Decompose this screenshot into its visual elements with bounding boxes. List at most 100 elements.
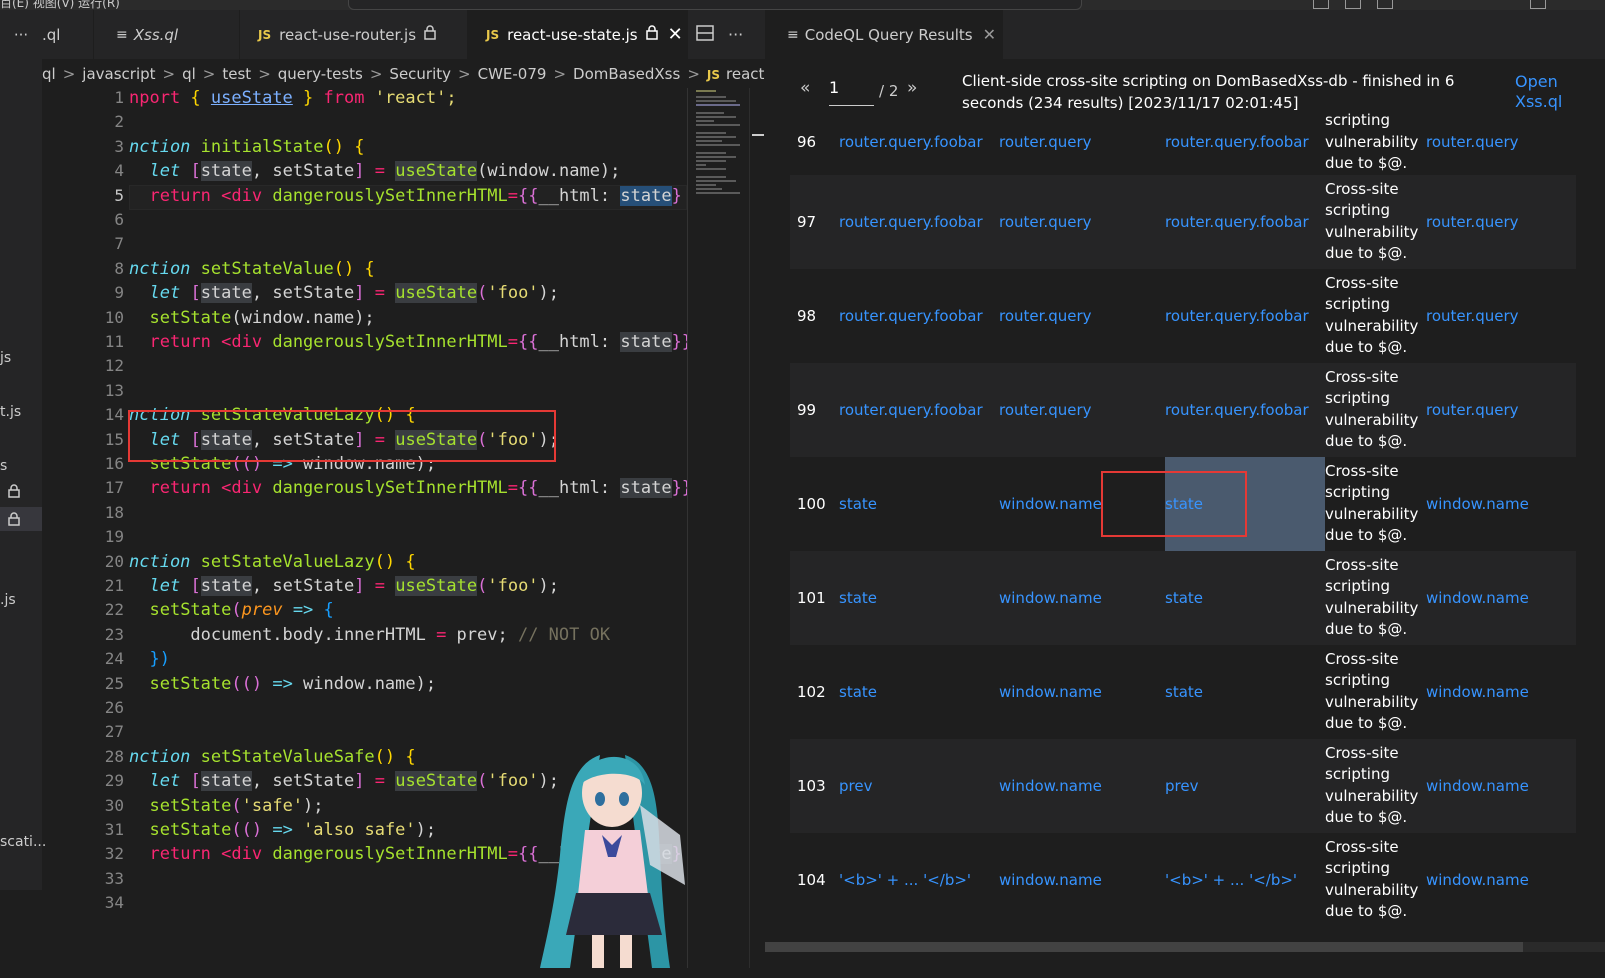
result-row[interactable]: 99 router.query.foobar router.query router.… [790, 362, 1576, 457]
breadcrumb-item[interactable]: test [222, 65, 251, 83]
explorer-item[interactable]: s [0, 458, 7, 474]
anime-character-image [540, 745, 688, 968]
result-row[interactable]: 102 state window.name state Cross-site scrip… [790, 645, 1576, 739]
line-number: 18 [104, 502, 124, 522]
line-number: 23 [104, 624, 124, 644]
breadcrumb: ql > javascript > ql > test > query-tests > Securi… [42, 59, 787, 90]
result-row[interactable]: 97 router.query.foobar router.query router.… [790, 174, 1576, 269]
path-node-link[interactable]: router.query [999, 110, 1165, 175]
explorer-item[interactable]: .js [0, 592, 16, 608]
source-link[interactable]: state [839, 457, 999, 551]
tab-label: react-use-state.js [507, 25, 638, 44]
line-number: 28 [104, 746, 124, 766]
path-node-link[interactable]: window.name [999, 739, 1165, 833]
line-number: 4 [114, 161, 124, 181]
source-link[interactable]: router.query.foobar [839, 175, 999, 269]
breadcrumb-item[interactable]: javascript [82, 65, 155, 83]
result-row[interactable]: 98 router.query.foobar router.query router.… [790, 269, 1576, 363]
tab-react-use-router[interactable]: JS react-use-router.js [240, 10, 468, 59]
result-row[interactable]: 96 router.query.foobar router.query router.… [790, 110, 1576, 175]
related-location-link[interactable]: router.query [1426, 269, 1576, 363]
related-location-link[interactable]: router.query [1426, 363, 1576, 457]
line-number: 5 [114, 185, 124, 205]
sink-link[interactable]: router.query.foobar [1165, 269, 1325, 363]
explorer-item[interactable]: t.js [0, 404, 21, 420]
path-node-link[interactable]: window.name [999, 833, 1165, 927]
result-row[interactable]: 103 prev window.name prev Cross-site scripti… [790, 738, 1576, 833]
breadcrumb-item[interactable]: CWE-079 [478, 65, 547, 83]
open-query-link[interactable]: Open Xss.ql [1515, 72, 1575, 112]
maximize-icon[interactable] [1530, 0, 1546, 9]
minimap[interactable] [687, 88, 750, 968]
page-total: / 2 [879, 82, 899, 100]
line-number: 11 [104, 332, 124, 351]
layout-icon[interactable] [1377, 0, 1393, 9]
prev-page-button[interactable]: « [800, 78, 810, 98]
more-icon[interactable]: ··· [0, 10, 42, 59]
sink-link[interactable]: state [1165, 551, 1325, 645]
code-line: setState(prev => { [149, 600, 334, 621]
related-location-link[interactable]: router.query [1426, 175, 1576, 269]
related-location-link[interactable]: window.name [1426, 645, 1576, 739]
sink-link[interactable]: router.query.foobar [1165, 175, 1325, 269]
result-row[interactable]: 104 '<b>' + ... '</b>' window.name '<b>' + … [790, 833, 1576, 927]
breadcrumb-item[interactable]: ql [182, 65, 196, 83]
related-location-link[interactable]: router.query [1426, 110, 1576, 175]
sink-link[interactable]: prev [1165, 739, 1325, 833]
breadcrumb-item[interactable]: Security [389, 65, 451, 83]
sink-link[interactable]: '<b>' + ... '</b>' [1165, 833, 1325, 927]
result-row[interactable]: 101 state window.name state Cross-site scrip… [790, 550, 1576, 645]
line-number: 13 [104, 380, 124, 400]
js-file-icon: JS [258, 27, 272, 42]
line-number: 1 [114, 88, 124, 107]
result-index: 97 [797, 212, 817, 231]
related-location-link[interactable]: window.name [1426, 457, 1576, 551]
related-location-link[interactable]: window.name [1426, 739, 1576, 833]
source-link[interactable]: state [839, 645, 999, 739]
command-center[interactable] [348, 0, 1082, 10]
source-link[interactable]: router.query.foobar [839, 110, 999, 175]
layout-icon[interactable] [1345, 0, 1361, 9]
sink-link[interactable]: router.query.foobar [1165, 363, 1325, 457]
path-node-link[interactable]: window.name [999, 645, 1165, 739]
more-icon[interactable]: ··· [728, 25, 743, 44]
code-line: document.body.innerHTML = prev; // NOT O… [190, 624, 611, 645]
next-page-button[interactable]: » [907, 78, 917, 98]
line-number: 20 [104, 551, 124, 571]
source-link[interactable]: router.query.foobar [839, 363, 999, 457]
lock-icon [424, 25, 436, 44]
explorer-item[interactable]: scati... [0, 834, 46, 850]
related-location-link[interactable]: window.name [1426, 551, 1576, 645]
close-icon[interactable]: ✕ [668, 24, 683, 45]
source-link[interactable]: '<b>' + ... '</b>' [839, 833, 999, 927]
tab-codeql-query-results[interactable]: ≡ CodeQL Query Results ✕ [765, 10, 1003, 59]
explorer-item-selected[interactable] [0, 507, 42, 531]
path-node-link[interactable]: router.query [999, 175, 1165, 269]
results-tab-bar: ≡ CodeQL Query Results ✕ [765, 10, 1605, 59]
breadcrumb-item[interactable]: query-tests [278, 65, 363, 83]
path-node-link[interactable]: router.query [999, 269, 1165, 363]
explorer-item[interactable]: js [0, 350, 11, 366]
sink-link[interactable]: state [1165, 645, 1325, 739]
tab-xss-ql[interactable]: ≡ Xss.ql [94, 10, 240, 59]
close-icon[interactable]: ✕ [983, 25, 996, 44]
tab-react-use-state[interactable]: JS react-use-state.js ✕ [468, 10, 688, 59]
split-editor-icon[interactable] [696, 24, 714, 45]
source-link[interactable]: router.query.foobar [839, 269, 999, 363]
path-node-link[interactable]: window.name [999, 551, 1165, 645]
sink-link[interactable]: router.query.foobar [1165, 110, 1325, 175]
layout-icon[interactable] [1313, 0, 1329, 9]
source-link[interactable]: prev [839, 739, 999, 833]
path-node-link[interactable]: router.query [999, 363, 1165, 457]
editor-vertical-scrollbar[interactable] [749, 88, 764, 968]
tab-ql[interactable]: .ql [42, 10, 94, 59]
breadcrumb-item[interactable]: ql [42, 65, 56, 83]
scrollbar-thumb[interactable] [765, 942, 1523, 952]
breadcrumb-item[interactable]: DomBasedXss [573, 65, 680, 83]
source-link[interactable]: state [839, 551, 999, 645]
title-bar: 百(E) 视图(V) 运行(R) [0, 0, 1605, 10]
line-number: 14 [104, 405, 124, 425]
page-number-input[interactable]: 1 [829, 78, 874, 106]
line-number: 12 [104, 356, 124, 376]
related-location-link[interactable]: window.name [1426, 833, 1576, 927]
